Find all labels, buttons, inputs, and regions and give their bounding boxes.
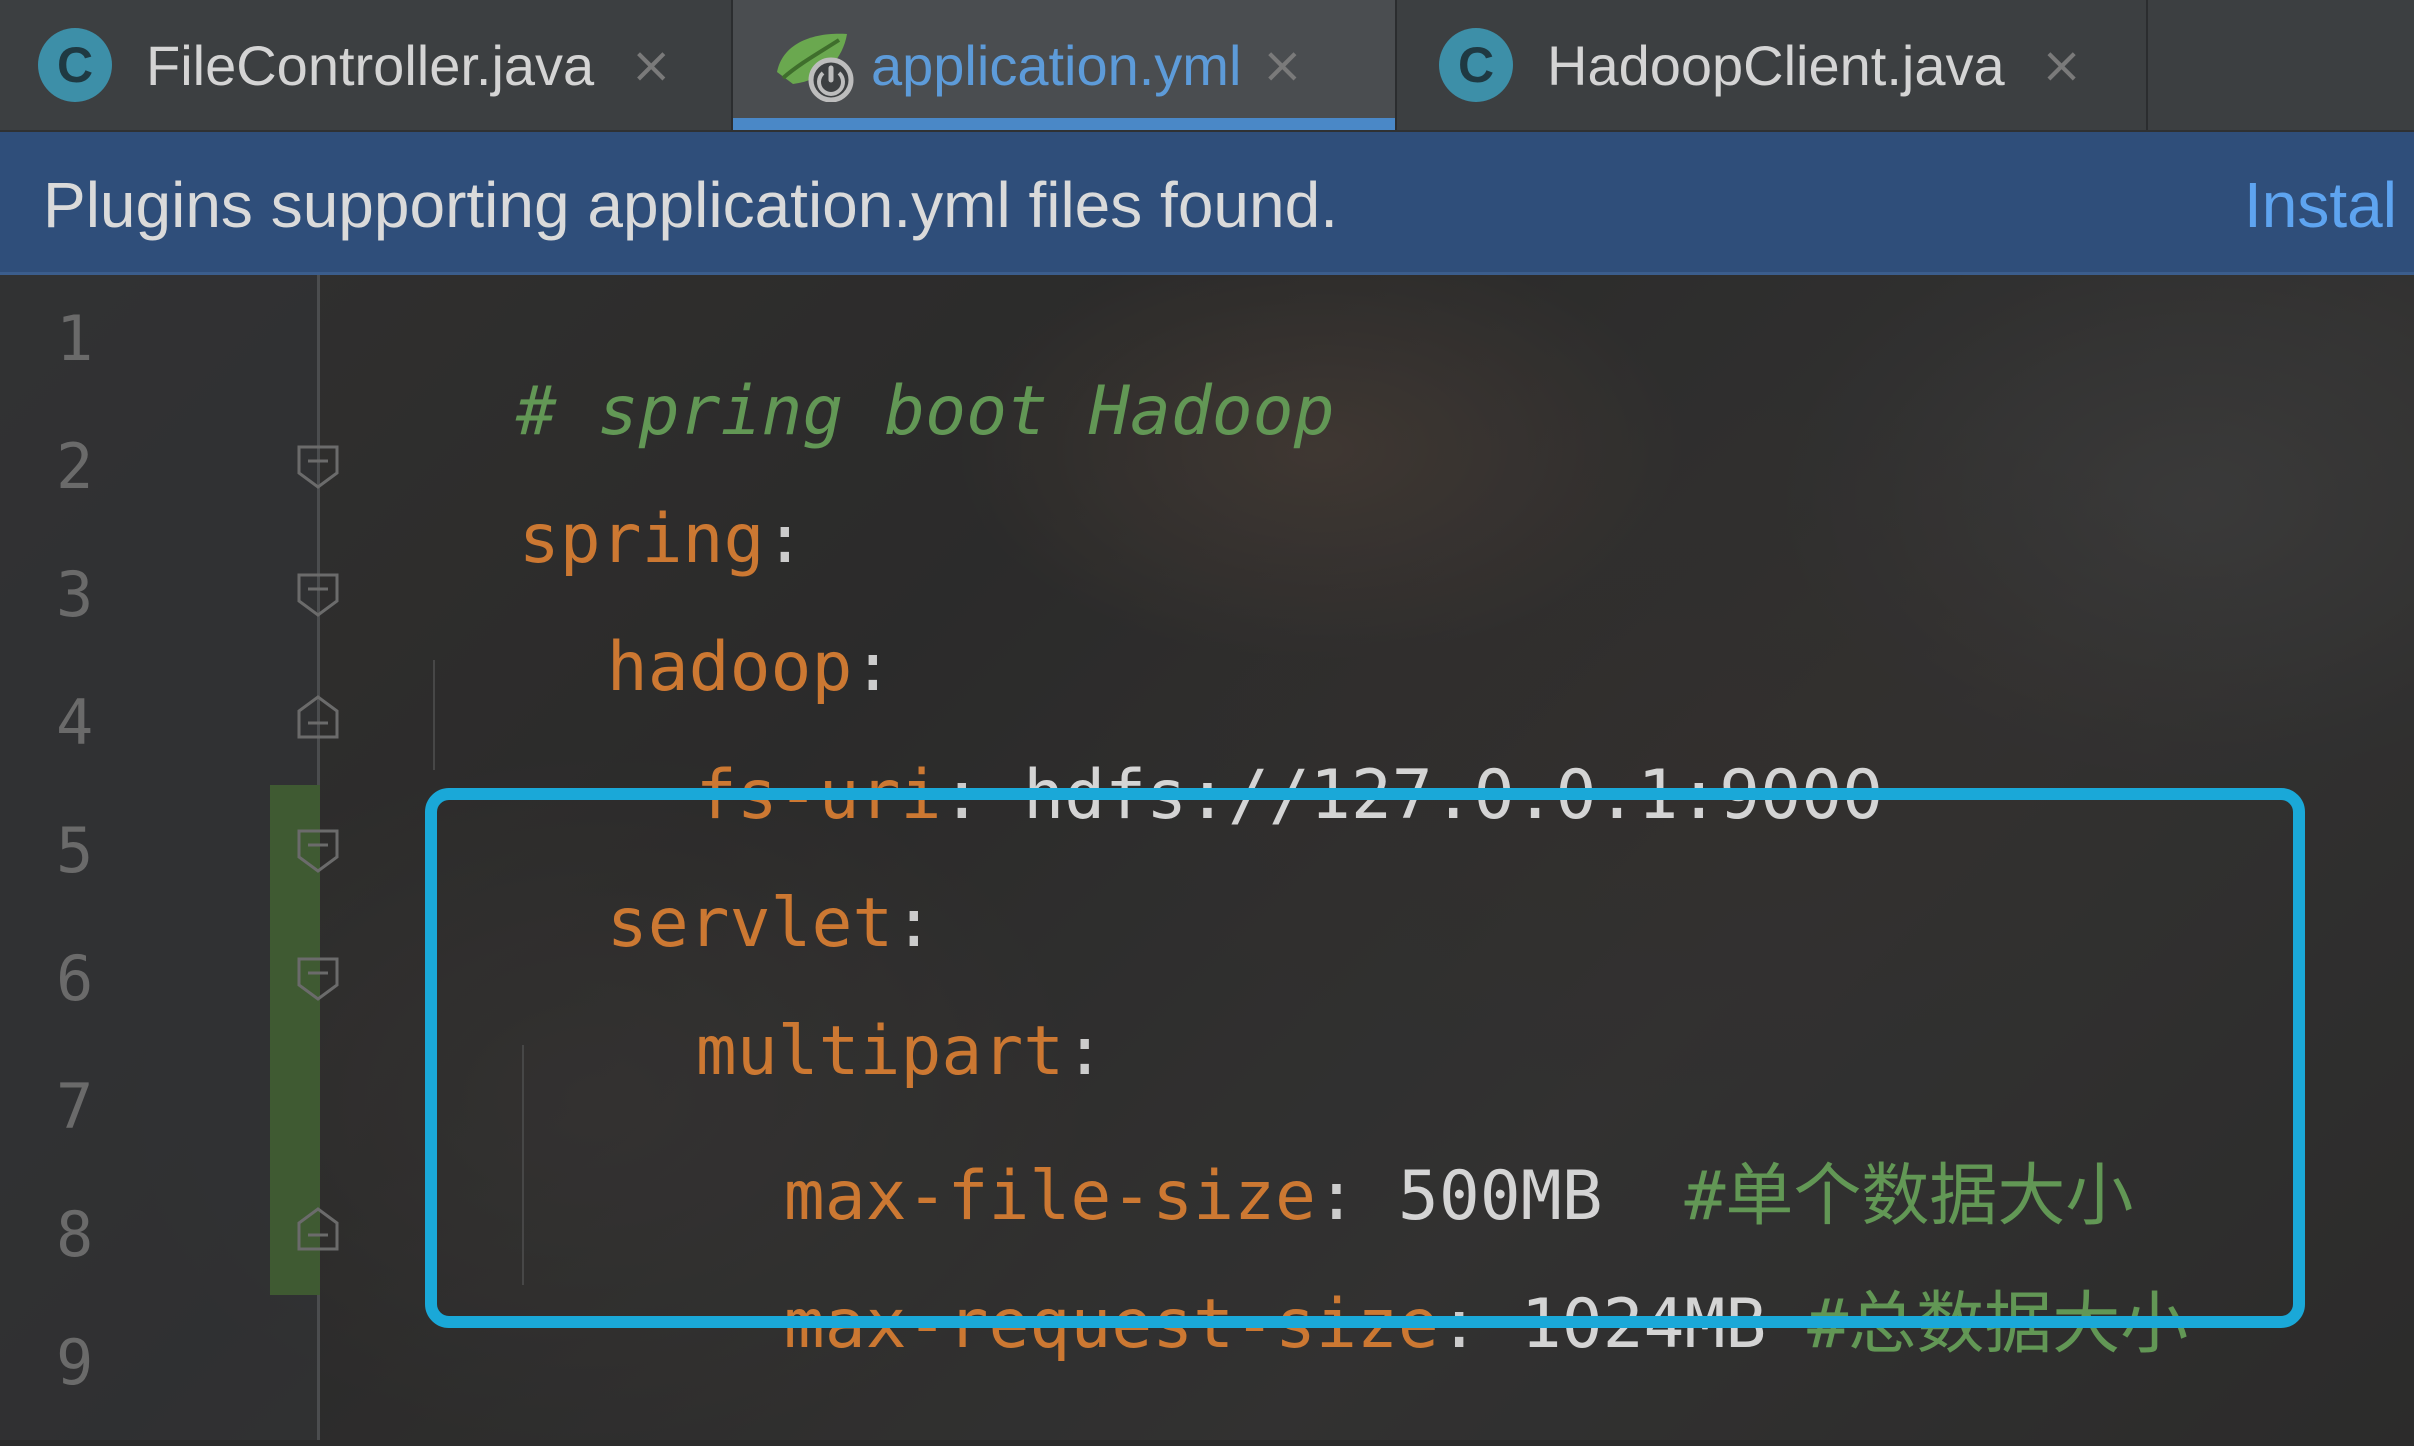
line-number: 7	[56, 1070, 94, 1143]
tab-application-yml[interactable]: application.yml ×	[733, 0, 1397, 130]
close-icon[interactable]: ×	[630, 36, 672, 94]
tab-hadoop-client[interactable]: C HadoopClient.java ×	[1397, 0, 2148, 130]
line-number: 1	[56, 302, 94, 375]
line-number: 4	[56, 686, 94, 759]
line-number: 5	[56, 814, 94, 887]
fold-collapse-icon[interactable]	[295, 955, 341, 1001]
fold-collapse-icon[interactable]	[295, 571, 341, 617]
code-editor[interactable]: 1 2 3 4 5 6 7 8 9 # spring boot Hadoop s…	[0, 275, 2414, 1440]
plugin-suggestion-banner: Plugins supporting application.yml files…	[0, 132, 2414, 275]
install-plugins-link[interactable]: Instal	[2244, 168, 2397, 242]
tab-file-controller[interactable]: C FileController.java ×	[0, 0, 733, 130]
fold-collapse-icon[interactable]	[295, 443, 341, 489]
fold-end-icon[interactable]	[295, 695, 341, 741]
tab-label: application.yml	[871, 33, 1242, 97]
tab-label: HadoopClient.java	[1547, 33, 2005, 97]
class-icon: C	[1439, 28, 1513, 102]
editor-tab-bar: C FileController.java × application.yml …	[0, 0, 2414, 132]
line-number: 2	[56, 430, 94, 503]
line-number: 8	[56, 1198, 94, 1271]
line-number: 6	[56, 942, 94, 1015]
active-tab-indicator	[733, 118, 1395, 130]
tab-label: FileController.java	[146, 33, 595, 97]
line-number: 9	[56, 1326, 94, 1399]
line-number: 3	[56, 558, 94, 631]
fold-end-icon[interactable]	[295, 1207, 341, 1253]
fold-collapse-icon[interactable]	[295, 827, 341, 873]
spring-yaml-icon	[773, 28, 861, 103]
annotation-highlight-box	[425, 788, 2305, 1328]
close-icon[interactable]: ×	[1261, 36, 1303, 94]
class-icon: C	[38, 28, 112, 102]
close-icon[interactable]: ×	[2041, 36, 2083, 94]
banner-message: Plugins supporting application.yml files…	[43, 169, 1338, 241]
indent-guide	[433, 660, 435, 770]
